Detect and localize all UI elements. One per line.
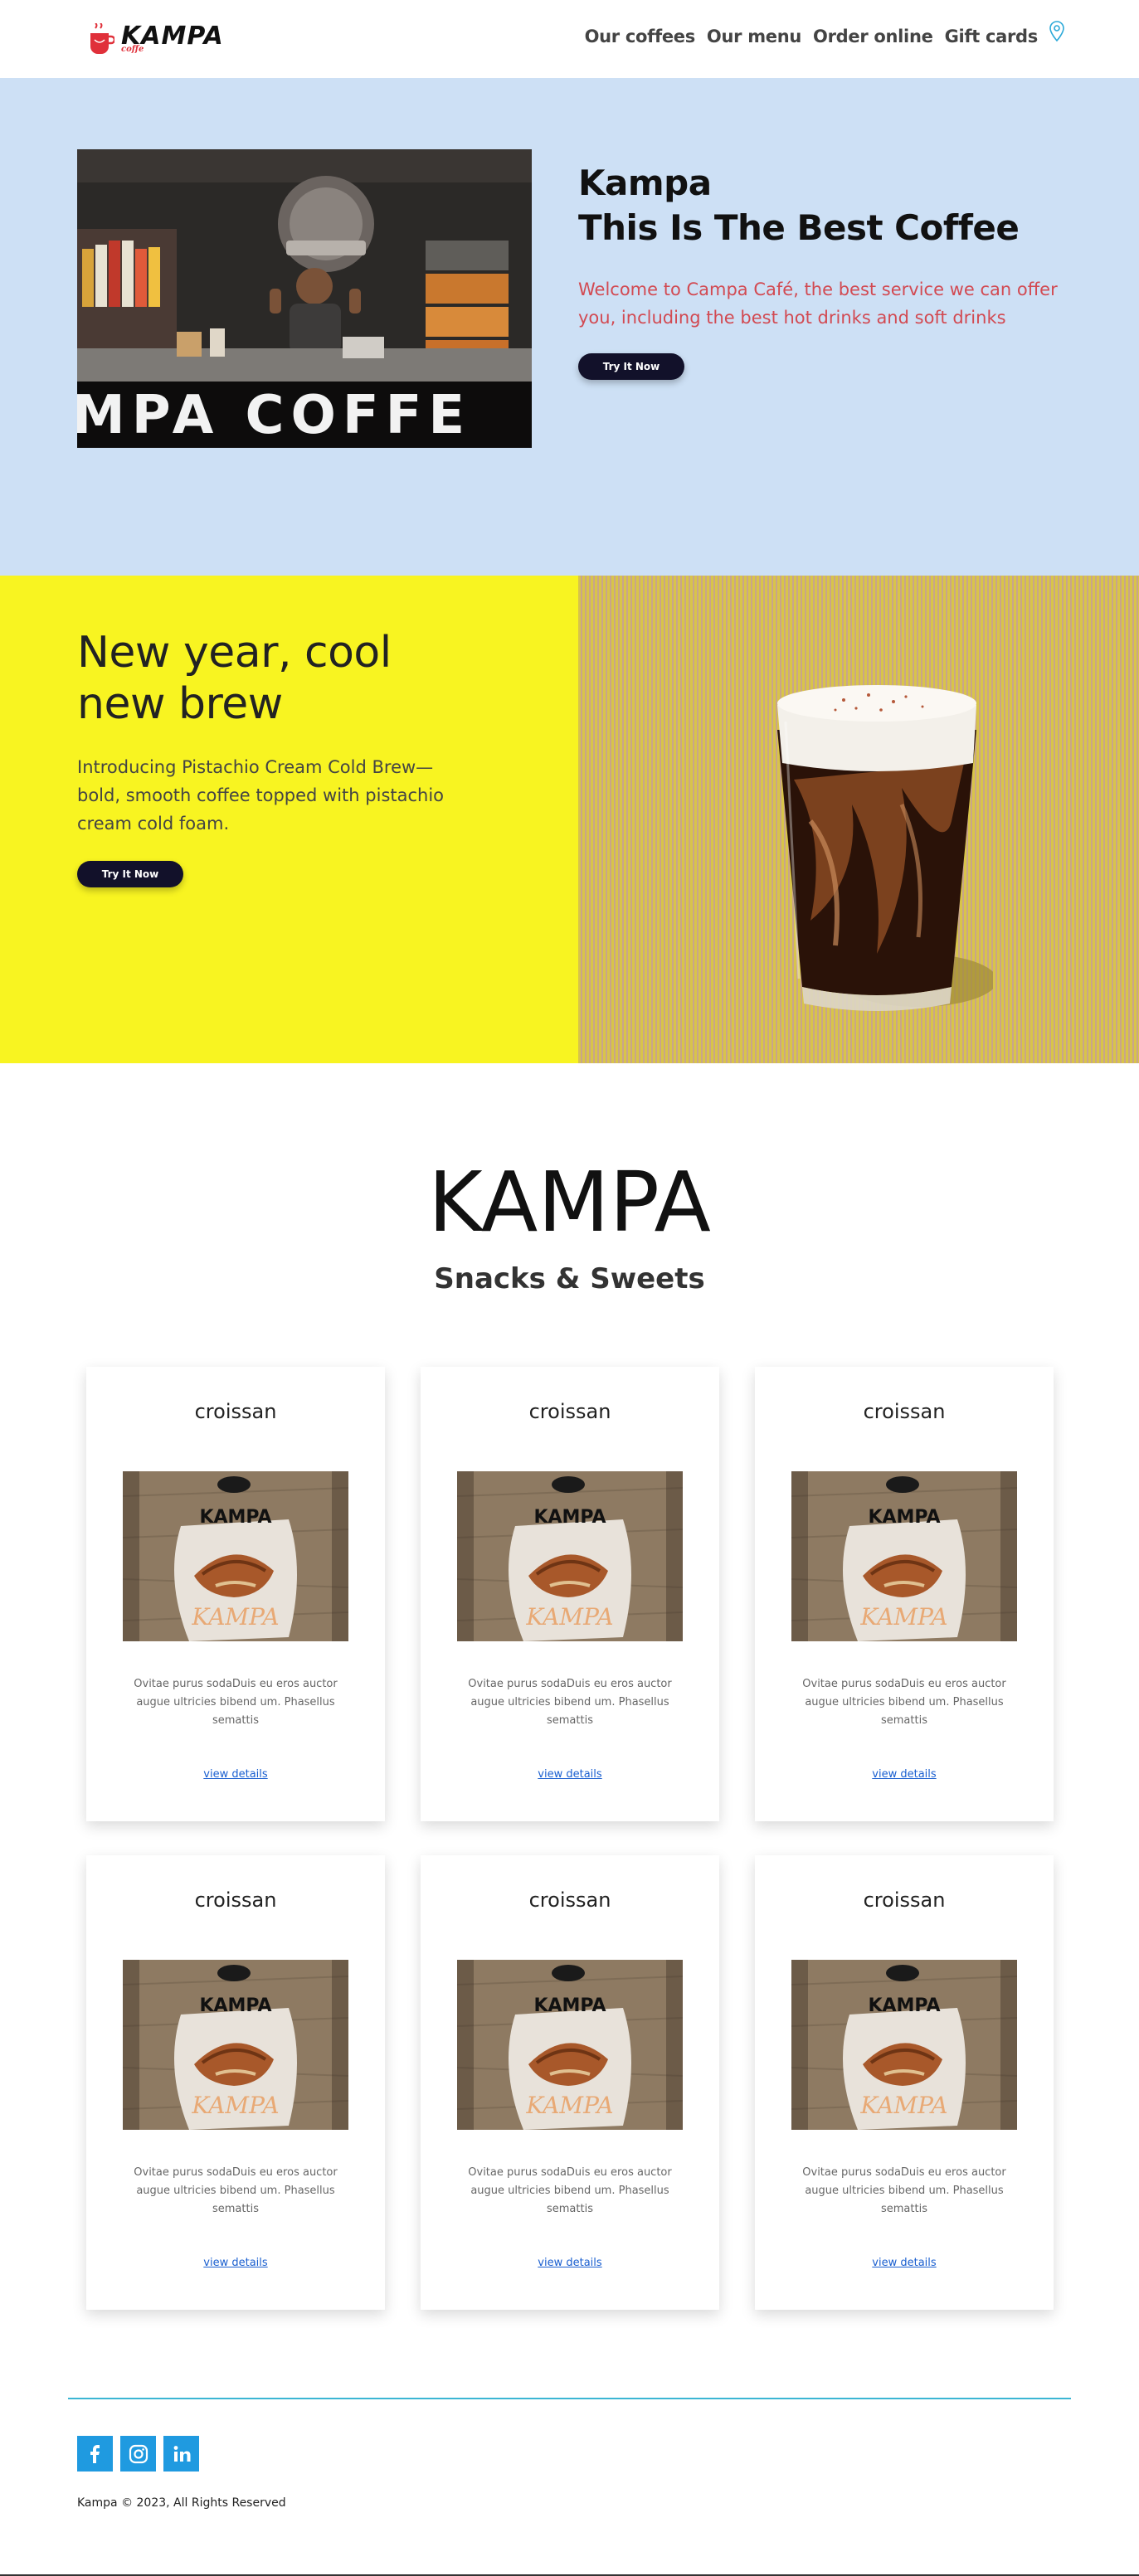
- menu-card-title: croissan: [528, 1400, 611, 1423]
- menu-card: croissan KAMPA KAMPA Ovitae purus sodaDu…: [421, 1367, 719, 1821]
- croissant-plate-image: KAMPA KAMPA: [457, 1960, 683, 2130]
- view-details-link[interactable]: view details: [755, 2257, 1054, 2269]
- menu-card-title: croissan: [194, 1888, 277, 1912]
- footer-divider: [68, 2398, 1071, 2399]
- menu-card-description: Ovitae purus sodaDuis eu eros auctor aug…: [468, 1678, 672, 1727]
- promo-text-block: New year, cool new brew Introducing Pist…: [77, 627, 459, 887]
- linkedin-icon[interactable]: [163, 2436, 199, 2472]
- menu-card-description: Ovitae purus sodaDuis eu eros auctor aug…: [134, 1678, 338, 1727]
- nav-link-order-online[interactable]: Order online: [813, 27, 933, 46]
- promo-title: New year, cool new brew: [77, 628, 392, 729]
- cold-brew-drink-image: [777, 685, 993, 1011]
- copyright-text: Kampa © 2023, All Rights Reserved: [77, 2496, 286, 2510]
- menu-card-title: croissan: [194, 1400, 277, 1423]
- croissant-plate-image: KAMPA KAMPA: [791, 1960, 1017, 2130]
- view-details-link[interactable]: view details: [421, 1768, 719, 1781]
- view-details-link[interactable]: view details: [755, 1768, 1054, 1781]
- plate-logo-text: KAMPA: [868, 1995, 940, 2016]
- plate-logo-text: KAMPA: [199, 1995, 271, 2016]
- cafe-counter-photo: MPA COFFE: [77, 149, 532, 448]
- map-pin-icon[interactable]: [1048, 20, 1066, 43]
- menu-card-description: Ovitae purus sodaDuis eu eros auctor aug…: [134, 2166, 338, 2215]
- plate-logo-text: KAMPA: [191, 1603, 279, 1631]
- menu-card-description: Ovitae purus sodaDuis eu eros auctor aug…: [802, 2166, 1006, 2215]
- plate-logo-text: KAMPA: [533, 1995, 606, 2016]
- plate-logo-text: KAMPA: [859, 2092, 947, 2119]
- nav-link-our-menu[interactable]: Our menu: [707, 27, 801, 46]
- logo-subtext: coffe: [121, 45, 144, 54]
- menu-brand-title: KAMPA: [428, 1154, 711, 1251]
- promo-try-it-now-button[interactable]: Try It Now: [77, 861, 183, 887]
- menu-card-title: croissan: [528, 1888, 611, 1912]
- menu-card: croissan KAMPA KAMPA Ovitae purus sodaDu…: [755, 1367, 1054, 1821]
- promo-section: New year, cool new brew Introducing Pist…: [0, 576, 578, 1063]
- menu-card-description: Ovitae purus sodaDuis eu eros auctor aug…: [468, 2166, 672, 2215]
- hero-description: Welcome to Campa Café, the best service …: [578, 279, 1058, 328]
- promo-description: Introducing Pistachio Cream Cold Brew—bo…: [77, 757, 445, 834]
- plate-logo-text: KAMPA: [533, 1507, 606, 1528]
- hero-text-block: Kampa This Is The Best Coffee Welcome to…: [578, 161, 1068, 380]
- plate-logo-text: KAMPA: [525, 1603, 613, 1631]
- hero-title-line-1: Kampa: [578, 163, 712, 203]
- menu-card-title: croissan: [863, 1400, 946, 1423]
- nav-link-our-coffees[interactable]: Our coffees: [585, 27, 696, 46]
- plate-logo-text: KAMPA: [191, 2092, 279, 2119]
- plate-logo-text: KAMPA: [199, 1507, 271, 1528]
- facebook-icon[interactable]: [77, 2436, 113, 2472]
- plate-logo-text: KAMPA: [859, 1603, 947, 1631]
- hero-sign-text: MPA COFFE: [77, 385, 471, 446]
- promo-image-panel: [578, 576, 1139, 1063]
- menu-card: croissan KAMPA KAMPA Ovitae purus sodaDu…: [86, 1367, 385, 1821]
- menu-subtitle: Snacks & Sweets: [434, 1262, 705, 1295]
- menu-card-title: croissan: [863, 1888, 946, 1912]
- hero-title-line-2: This Is The Best Coffee: [578, 207, 1020, 248]
- plate-logo-text: KAMPA: [525, 2092, 613, 2119]
- menu-card-description: Ovitae purus sodaDuis eu eros auctor aug…: [802, 1678, 1006, 1727]
- menu-card: croissan KAMPA KAMPA Ovitae purus sodaDu…: [421, 1855, 719, 2310]
- menu-card: croissan KAMPA KAMPA Ovitae purus sodaDu…: [86, 1855, 385, 2310]
- croissant-plate-image: KAMPA KAMPA: [123, 1471, 348, 1641]
- main-nav: Our coffees Our menu Order online Gift c…: [573, 21, 1066, 48]
- hero-try-it-now-button[interactable]: Try It Now: [578, 353, 684, 380]
- view-details-link[interactable]: view details: [86, 2257, 385, 2269]
- menu-card: croissan KAMPA KAMPA Ovitae purus sodaDu…: [755, 1855, 1054, 2310]
- kampa-logo[interactable]: KAMPA coffe: [88, 22, 223, 56]
- croissant-plate-image: KAMPA KAMPA: [457, 1471, 683, 1641]
- instagram-icon[interactable]: [120, 2436, 156, 2472]
- top-navbar: KAMPA coffe Our coffees Our menu Order o…: [0, 0, 1139, 78]
- croissant-plate-image: KAMPA KAMPA: [123, 1960, 348, 2130]
- nav-link-gift-cards[interactable]: Gift cards: [945, 27, 1039, 46]
- coffee-cup-logo-icon: [90, 23, 114, 54]
- view-details-link[interactable]: view details: [421, 2257, 719, 2269]
- hero-title: Kampa This Is The Best Coffee: [578, 161, 1068, 250]
- croissant-plate-image: KAMPA KAMPA: [791, 1471, 1017, 1641]
- view-details-link[interactable]: view details: [86, 1768, 385, 1781]
- plate-logo-text: KAMPA: [868, 1507, 940, 1528]
- hero-section: MPA COFFE Kampa This Is The Best Coffee …: [0, 78, 1139, 576]
